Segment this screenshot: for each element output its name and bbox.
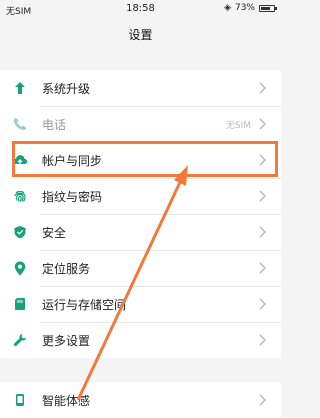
location-pin-icon	[12, 260, 28, 276]
settings-item-storage[interactable]: 运行与存储空间	[0, 286, 281, 322]
settings-item-label: 安全	[42, 225, 67, 240]
status-bar: 无SIM 18:58 ◈ 73%	[0, 0, 281, 18]
vibrate-icon: ◈	[224, 3, 231, 13]
settings-item-label: 帐户与同步	[42, 153, 103, 168]
battery-percent: 73%	[234, 3, 255, 13]
settings-item-label: 智能体感	[42, 393, 91, 408]
chevron-right-icon	[255, 224, 271, 240]
chevron-right-icon	[255, 152, 271, 168]
chevron-right-icon	[255, 296, 271, 312]
settings-item-phone[interactable]: 电话 无SIM	[0, 106, 281, 142]
settings-item-label: 指纹与密码	[42, 189, 103, 204]
chevron-right-icon	[255, 80, 271, 96]
chevron-right-icon	[255, 188, 271, 204]
chevron-right-icon	[255, 260, 271, 276]
smart-icon	[12, 392, 28, 408]
chevron-right-icon	[255, 392, 271, 408]
settings-group-main: 系统升级 电话 无SIM 帐户与同步 指纹与密码 安全 定位服务 运行与存储空间…	[0, 70, 281, 358]
battery-icon	[259, 4, 277, 12]
settings-item-fingerprint-password[interactable]: 指纹与密码	[0, 178, 281, 214]
settings-item-label: 电话	[42, 117, 67, 132]
settings-item-label: 运行与存储空间	[42, 297, 127, 312]
settings-item-smart-motion[interactable]: 智能体感	[0, 382, 281, 418]
settings-item-accounts-sync[interactable]: 帐户与同步	[0, 142, 281, 178]
chevron-right-icon	[255, 116, 271, 132]
cloud-user-icon	[12, 152, 28, 168]
settings-item-more-settings[interactable]: 更多设置	[0, 322, 281, 358]
storage-icon	[12, 296, 28, 312]
settings-group-secondary: 智能体感	[0, 382, 281, 418]
settings-item-location[interactable]: 定位服务	[0, 250, 281, 286]
settings-item-sub: 无SIM	[225, 120, 251, 131]
page-title: 设置	[128, 28, 153, 42]
phone-icon	[12, 116, 28, 132]
settings-item-system-update[interactable]: 系统升级	[0, 70, 281, 106]
settings-item-label: 系统升级	[42, 81, 91, 96]
settings-item-label: 定位服务	[42, 261, 91, 276]
fingerprint-icon	[12, 188, 28, 204]
settings-item-label: 更多设置	[42, 333, 91, 348]
arrow-up-icon	[12, 80, 28, 96]
shield-icon	[12, 224, 28, 240]
wrench-icon	[12, 332, 28, 348]
chevron-right-icon	[255, 332, 271, 348]
status-right: ◈ 73%	[224, 3, 277, 13]
settings-item-security[interactable]: 安全	[0, 214, 281, 250]
